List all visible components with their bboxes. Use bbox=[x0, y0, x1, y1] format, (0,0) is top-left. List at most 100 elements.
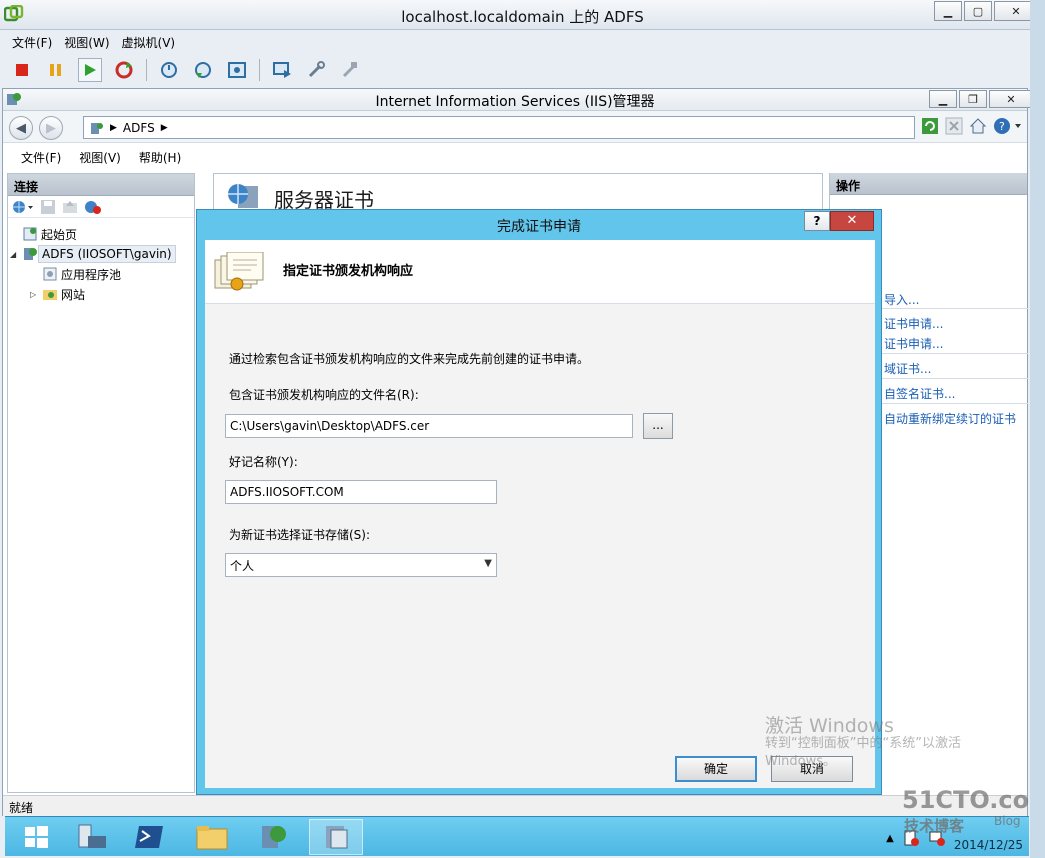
server-certificates-icon bbox=[228, 184, 258, 208]
windows-logo-icon bbox=[25, 826, 48, 848]
action-self-signed[interactable]: 自签名证书... bbox=[884, 385, 955, 402]
taskbar-adfs-management[interactable] bbox=[309, 819, 363, 855]
browse-button[interactable]: ... bbox=[643, 413, 673, 439]
maximize-button[interactable]: ▢ bbox=[964, 1, 992, 21]
dialog-body: 指定证书颁发机构响应 通过检索包含证书颁发机构响应的文件来完成先前创建的证书申请… bbox=[205, 240, 875, 788]
tree-item-app-pools[interactable]: 应用程序池 bbox=[8, 264, 194, 284]
help-icon[interactable]: ? bbox=[993, 117, 1023, 135]
maximize-icon: ▢ bbox=[972, 4, 984, 18]
iis-manager-icon bbox=[262, 826, 286, 848]
breadcrumb-arrow-icon: ▶ bbox=[110, 122, 117, 133]
action-import[interactable]: 导入... bbox=[884, 291, 919, 308]
taskbar-file-explorer[interactable] bbox=[185, 819, 239, 855]
start-page-icon bbox=[23, 227, 37, 241]
refresh-icon[interactable] bbox=[921, 117, 939, 135]
start-button[interactable] bbox=[9, 819, 63, 855]
system-tray: ▲ 2014/12/25 bbox=[886, 821, 1023, 855]
vm-menu-vm[interactable]: 虚拟机(V) bbox=[122, 34, 176, 51]
dialog-header: 指定证书颁发机构响应 bbox=[205, 240, 875, 304]
stop-icon[interactable] bbox=[945, 117, 963, 135]
dialog-help-button[interactable]: ? bbox=[804, 211, 830, 231]
console-icon bbox=[273, 62, 291, 78]
vm-settings-button[interactable] bbox=[304, 58, 328, 82]
close-icon: ✕ bbox=[1011, 4, 1021, 18]
expand-arrow-icon[interactable]: ▷ bbox=[30, 290, 42, 299]
restore-icon: ❐ bbox=[968, 92, 978, 106]
action-auto-rebind[interactable]: 自动重新绑定续订的证书 bbox=[884, 410, 1016, 427]
toolbar-separator bbox=[259, 59, 260, 81]
folder-icon bbox=[196, 826, 228, 850]
vm-tools-button[interactable] bbox=[338, 58, 362, 82]
iis-restore-button[interactable]: ❐ bbox=[959, 90, 987, 108]
iis-menu-help[interactable]: 帮助(H) bbox=[139, 149, 181, 166]
forward-button[interactable]: ▶ bbox=[39, 116, 63, 140]
console-button[interactable] bbox=[270, 58, 294, 82]
dialog-close-button[interactable]: ✕ bbox=[830, 211, 874, 231]
friendly-name-label: 好记名称(Y): bbox=[229, 455, 298, 469]
connections-tree: 起始页 ◢ ADFS (IIOSOFT\gavin) 应用程序池 ▷ 网站 bbox=[8, 218, 194, 304]
action-domain-certificate[interactable]: 域证书... bbox=[884, 360, 931, 377]
toolbar-separator bbox=[146, 59, 147, 81]
dialog-form: 通过检索包含证书颁发机构响应的文件来完成先前创建的证书申请。 包含证书颁发机构响… bbox=[205, 304, 875, 788]
iis-close-button[interactable]: ✕ bbox=[989, 90, 1033, 108]
up-folder-icon[interactable] bbox=[62, 199, 78, 215]
revert-snapshot-button[interactable] bbox=[191, 58, 215, 82]
close-icon: ✕ bbox=[1006, 92, 1016, 106]
action-complete-request[interactable]: 证书申请... bbox=[884, 335, 943, 352]
clock[interactable]: 2014/12/25 bbox=[954, 823, 1023, 853]
dialog-description: 通过检索包含证书颁发机构响应的文件来完成先前创建的证书申请。 bbox=[229, 352, 590, 366]
reset-button[interactable] bbox=[112, 58, 136, 82]
taskbar-powershell[interactable] bbox=[123, 819, 177, 855]
snapshot-button[interactable] bbox=[157, 58, 181, 82]
network-icon[interactable] bbox=[928, 829, 946, 847]
tree-label: 应用程序池 bbox=[61, 267, 122, 282]
suspend-button[interactable] bbox=[44, 58, 68, 82]
vm-window-controls: ▁ ▢ ✕ bbox=[932, 1, 1038, 21]
taskbar: ▲ 2014/12/25 bbox=[5, 816, 1029, 856]
address-breadcrumb[interactable]: ▶ ADFS ▶ bbox=[83, 116, 915, 139]
tools-icon bbox=[342, 62, 357, 78]
certificate-store-label: 为新证书选择证书存储(S): bbox=[229, 528, 371, 542]
show-hidden-icons-icon[interactable]: ▲ bbox=[886, 833, 894, 844]
dialog-title: 完成证书申请 bbox=[497, 219, 581, 235]
dialog-heading: 指定证书颁发机构响应 bbox=[283, 264, 414, 279]
disconnect-icon[interactable] bbox=[84, 199, 102, 215]
connections-header: 连接 bbox=[8, 174, 194, 196]
app-pool-icon bbox=[43, 267, 57, 281]
ok-button[interactable]: 确定 bbox=[675, 756, 757, 782]
taskbar-server-manager[interactable] bbox=[65, 819, 119, 855]
home-icon[interactable] bbox=[969, 117, 987, 135]
server-icon bbox=[91, 122, 103, 134]
vm-menu-file[interactable]: 文件(F) bbox=[12, 34, 52, 51]
collapse-arrow-icon[interactable]: ◢ bbox=[10, 250, 22, 259]
iis-menu-file[interactable]: 文件(F) bbox=[21, 149, 61, 166]
back-button[interactable]: ◀ bbox=[9, 116, 33, 140]
taskbar-iis-manager[interactable] bbox=[247, 819, 301, 855]
save-icon[interactable] bbox=[40, 199, 56, 215]
file-name-label: 包含证书颁发机构响应的文件名(R): bbox=[229, 388, 419, 402]
tree-item-sites[interactable]: ▷ 网站 bbox=[8, 284, 194, 304]
snapshot-manager-button[interactable] bbox=[225, 58, 249, 82]
iis-menu-view[interactable]: 视图(V) bbox=[79, 149, 121, 166]
tree-label: 网站 bbox=[61, 287, 86, 302]
vm-toolbar bbox=[10, 57, 362, 83]
tree-item-start-page[interactable]: 起始页 bbox=[8, 224, 194, 244]
connect-globe-icon[interactable] bbox=[12, 199, 34, 215]
tree-item-server[interactable]: ◢ ADFS (IIOSOFT\gavin) bbox=[8, 244, 194, 264]
reset-icon bbox=[115, 61, 133, 79]
action-create-request[interactable]: 证书申请... bbox=[884, 315, 943, 332]
power-off-button[interactable] bbox=[10, 58, 34, 82]
action-center-icon[interactable] bbox=[902, 829, 920, 847]
breadcrumb-server[interactable]: ADFS bbox=[123, 121, 155, 135]
certificate-store-value: 个人 bbox=[230, 559, 255, 573]
iis-titlebar: Internet Information Services (IIS)管理器 ▁… bbox=[3, 89, 1033, 111]
power-on-button[interactable] bbox=[78, 58, 102, 82]
certificate-store-select[interactable]: 个人 ▼ bbox=[225, 553, 497, 577]
vm-menu-view[interactable]: 视图(W) bbox=[64, 34, 109, 51]
minimize-button[interactable]: ▁ bbox=[934, 1, 962, 21]
iis-window-title: Internet Information Services (IIS)管理器 bbox=[375, 94, 655, 110]
friendly-name-input[interactable]: ADFS.IIOSOFT.COM bbox=[225, 480, 497, 504]
cancel-button[interactable]: 取消 bbox=[771, 756, 853, 782]
file-name-input[interactable]: C:\Users\gavin\Desktop\ADFS.cer bbox=[225, 414, 633, 438]
iis-minimize-button[interactable]: ▁ bbox=[929, 90, 957, 108]
